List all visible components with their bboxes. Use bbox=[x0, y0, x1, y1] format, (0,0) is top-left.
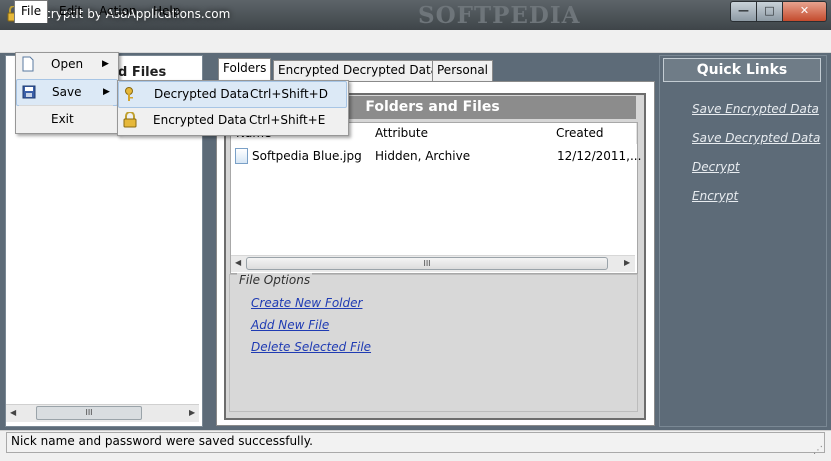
save-encrypted-data-item[interactable]: Encrypted Data Ctrl+Shift+E bbox=[118, 108, 345, 133]
menu-bar bbox=[0, 30, 831, 53]
save-decrypted-shortcut: Ctrl+Shift+D bbox=[250, 87, 328, 101]
left-panel-title: d Files bbox=[118, 65, 167, 80]
tab-folders[interactable]: Folders bbox=[218, 58, 272, 81]
list-scroll-left-arrow[interactable]: ◀ bbox=[235, 258, 241, 267]
file-options-label: File Options bbox=[237, 273, 313, 287]
tab-personal[interactable]: Personal bbox=[432, 60, 494, 82]
menu-open[interactable]: Open ▶ bbox=[16, 52, 116, 77]
key-icon bbox=[124, 86, 138, 102]
save-encrypted-label: Encrypted Data bbox=[153, 113, 247, 127]
resize-grip-icon[interactable]: ⋰ bbox=[813, 445, 823, 456]
save-encrypted-data-link[interactable]: Save Encrypted Data bbox=[692, 102, 819, 116]
decrypt-link[interactable]: Decrypt bbox=[692, 160, 740, 174]
submenu-arrow-icon: ▶ bbox=[102, 59, 109, 69]
file-image-icon bbox=[235, 148, 248, 164]
close-button[interactable]: ✕ bbox=[782, 1, 827, 22]
softpedia-watermark: SOFTPEDIA bbox=[418, 2, 581, 29]
tab-encrypted-decrypted-data[interactable]: Encrypted Decrypted Data bbox=[273, 60, 444, 82]
save-decrypted-data-item[interactable]: Decrypted Data Ctrl+Shift+D bbox=[118, 81, 347, 108]
minimize-button[interactable]: — bbox=[730, 1, 757, 22]
menu-separator bbox=[19, 105, 113, 106]
menu-exit-label: Exit bbox=[51, 112, 74, 126]
create-new-folder-link[interactable]: Create New Folder bbox=[251, 296, 362, 310]
status-message: Nick name and password were saved succes… bbox=[11, 434, 313, 448]
scroll-left-arrow[interactable]: ◀ bbox=[10, 408, 16, 417]
encrypt-link[interactable]: Encrypt bbox=[692, 189, 738, 203]
delete-selected-file-link[interactable]: Delete Selected File bbox=[251, 340, 371, 354]
table-row-attribute[interactable]: Hidden, Archive bbox=[375, 146, 470, 166]
table-row-created[interactable]: 12/12/2011,... bbox=[557, 146, 641, 166]
add-new-file-link[interactable]: Add New File bbox=[251, 318, 329, 332]
lock-icon bbox=[123, 111, 137, 128]
save-decrypted-data-link[interactable]: Save Decrypted Data bbox=[692, 131, 820, 145]
list-scroll-thumb[interactable]: III bbox=[246, 257, 608, 270]
menu-save[interactable]: Save ▶ bbox=[16, 79, 118, 106]
list-scroll-right-arrow[interactable]: ▶ bbox=[624, 258, 630, 267]
left-scroll-thumb[interactable]: III bbox=[36, 406, 142, 420]
table-row-name[interactable]: Softpedia Blue.jpg bbox=[252, 146, 362, 166]
file-list[interactable] bbox=[230, 122, 638, 274]
maximize-button[interactable]: □ bbox=[756, 1, 783, 22]
menu-edit[interactable]: Edit bbox=[53, 0, 88, 22]
menu-help[interactable]: Help bbox=[147, 0, 186, 22]
menu-open-label: Open bbox=[51, 57, 84, 71]
column-header-attribute[interactable]: Attribute bbox=[370, 123, 552, 144]
menu-save-label: Save bbox=[52, 85, 82, 99]
scroll-right-arrow[interactable]: ▶ bbox=[189, 408, 195, 417]
open-document-icon bbox=[21, 56, 35, 72]
save-encrypted-shortcut: Ctrl+Shift+E bbox=[249, 113, 326, 127]
menu-file[interactable]: File bbox=[14, 0, 49, 23]
column-header-created[interactable]: Created bbox=[551, 123, 637, 144]
menu-exit[interactable]: Exit bbox=[16, 107, 116, 132]
save-decrypted-label: Decrypted Data bbox=[154, 87, 250, 101]
submenu-arrow-icon: ▶ bbox=[103, 87, 110, 97]
save-disk-icon bbox=[22, 84, 36, 100]
quick-links-header: Quick Links bbox=[663, 58, 821, 82]
menu-action[interactable]: Action bbox=[93, 0, 143, 22]
